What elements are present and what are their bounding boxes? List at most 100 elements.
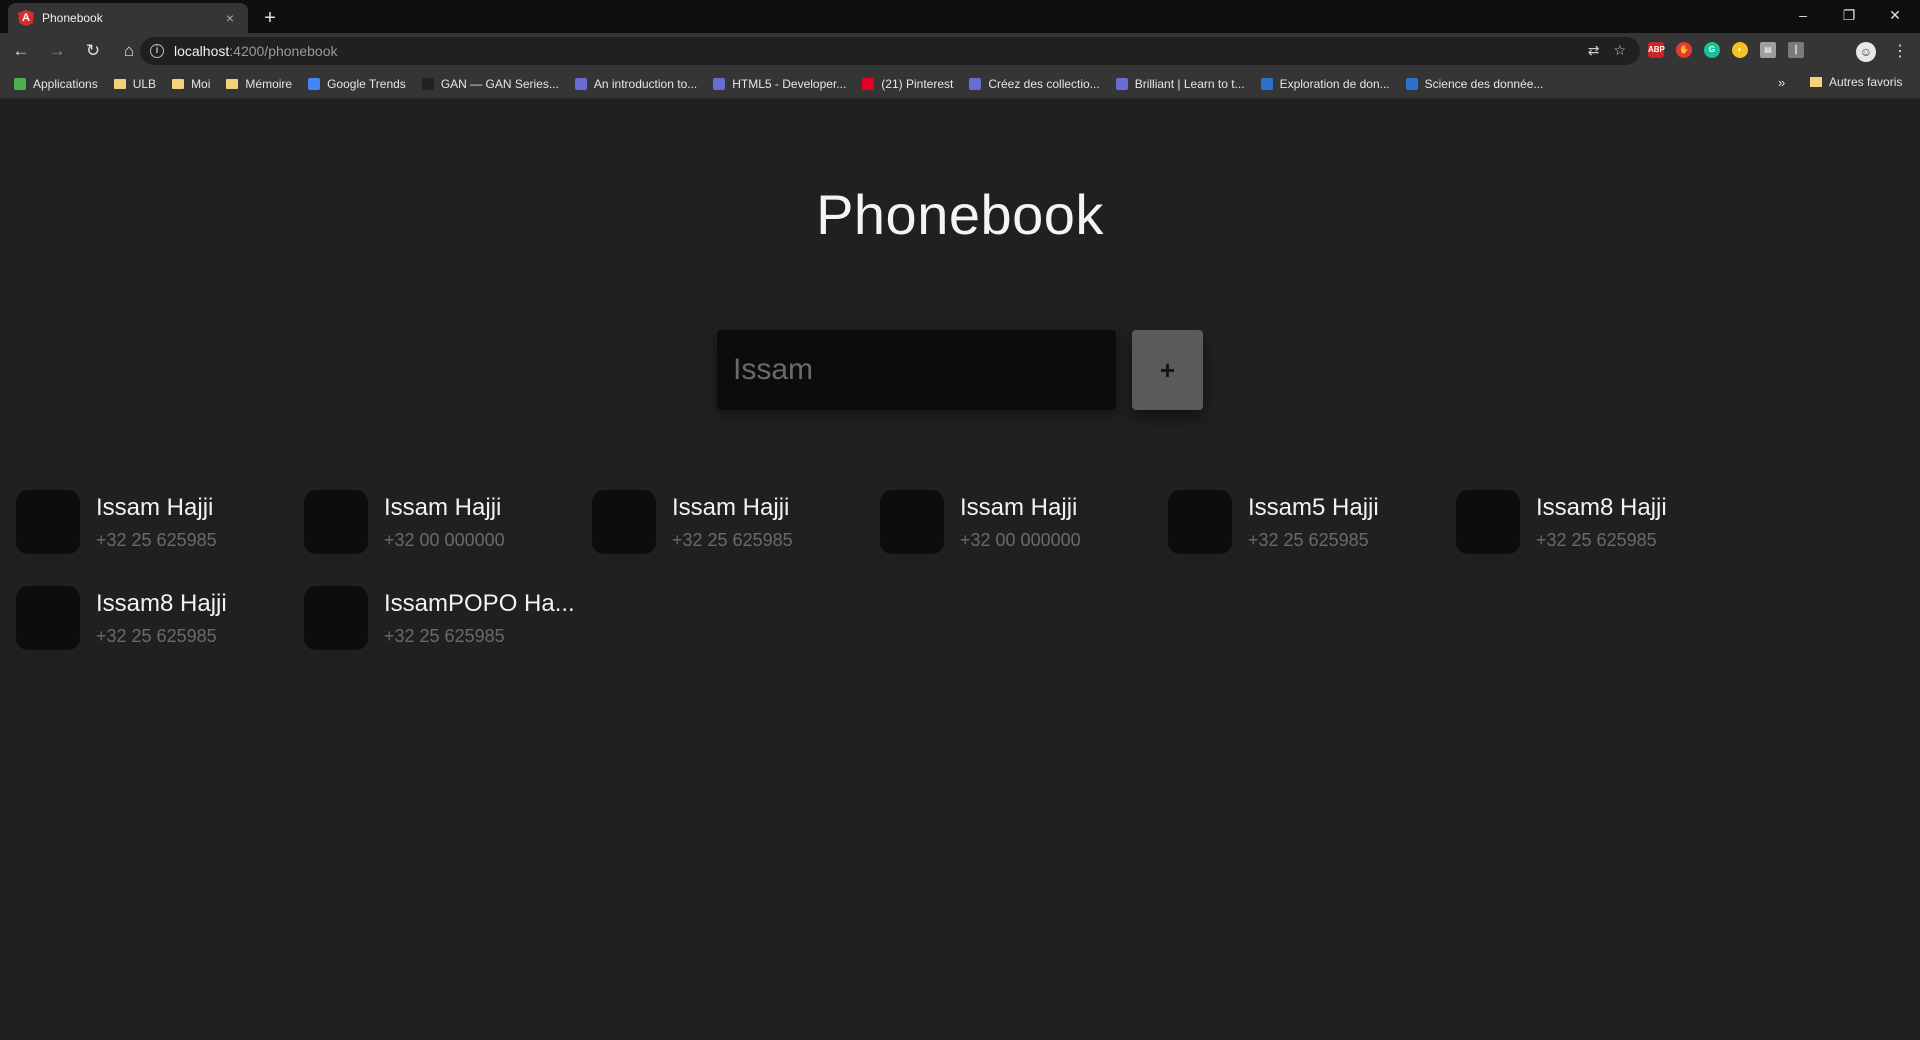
bookmark-label: An introduction to... (593, 76, 698, 91)
bookmark-label: Moi (191, 76, 211, 91)
grammarly-icon[interactable]: G (1704, 42, 1720, 58)
bookmark-label: HTML5 - Developer... (732, 76, 847, 91)
add-contact-button[interactable]: + (1132, 330, 1203, 410)
bookmark-label: GAN — GAN Series... (440, 76, 559, 91)
search-input[interactable] (717, 330, 1116, 410)
contact-name: Issam8 Hajji (96, 590, 227, 617)
bookmark-item[interactable]: Exploration de don... (1260, 76, 1390, 91)
contact-card[interactable]: Issam8 Hajji +32 25 625985 (16, 586, 304, 656)
adblock-icon[interactable]: ABP (1648, 42, 1665, 58)
bookmark-item[interactable]: HTML5 - Developer... (713, 77, 846, 91)
address-bar[interactable]: i localhost:4200/phonebook ⇄ ☆ (140, 37, 1640, 65)
close-tab-icon[interactable]: × (222, 10, 238, 26)
apps-grid-icon (14, 77, 26, 90)
folder-icon (113, 78, 126, 89)
profile-avatar-icon[interactable]: ☺ (1856, 42, 1876, 62)
close-window-icon[interactable]: ✕ (1872, 0, 1918, 30)
folder-icon (172, 78, 185, 89)
folder-icon (226, 78, 239, 89)
tab-strip: A Phonebook × + – ❐ ✕ (0, 0, 1920, 33)
new-tab-button[interactable]: + (256, 5, 284, 31)
contact-phone: +32 00 000000 (960, 530, 1081, 550)
bookmark-label: Applications (33, 76, 98, 91)
contact-name: Issam Hajji (672, 494, 790, 521)
stop-icon[interactable]: ✋ (1676, 42, 1692, 58)
contact-phone: +32 25 625985 (96, 530, 217, 550)
minimize-icon[interactable]: – (1780, 0, 1826, 30)
contact-avatar (16, 490, 80, 554)
site-info-icon[interactable]: i (150, 44, 164, 58)
tab-phonebook[interactable]: A Phonebook × (8, 3, 248, 33)
contact-name: Issam Hajji (384, 494, 502, 521)
site-icon (969, 77, 982, 90)
extension-yellow-icon[interactable]: ◐ (1732, 42, 1748, 58)
contact-phone: +32 25 625985 (672, 530, 793, 550)
extension-gray-icon[interactable]: ▤ (1760, 42, 1776, 58)
tab-title: Phonebook (42, 11, 103, 25)
contact-avatar (304, 490, 368, 554)
bookmark-item[interactable]: Moi (172, 77, 210, 91)
bookmark-item[interactable]: Créez des collectio... (969, 77, 1100, 91)
bookmark-label: Brilliant | Learn to t... (1134, 76, 1245, 91)
contact-avatar (880, 490, 944, 554)
bookmark-item[interactable]: Google Trends (308, 77, 406, 91)
bookmark-item[interactable]: Science des donnée... (1405, 76, 1544, 91)
contact-phone: +32 25 625985 (1248, 530, 1369, 550)
bookmark-star-icon[interactable]: ☆ (1613, 42, 1626, 59)
bookmark-item[interactable]: ULB (113, 76, 157, 91)
pinterest-icon (862, 77, 875, 90)
translate-icon[interactable]: ⇄ (1588, 42, 1600, 59)
angular-icon: A (18, 10, 34, 26)
browser-toolbar: ← → ↻ ⌂ i localhost:4200/phonebook ⇄ ☆ (0, 33, 1920, 69)
contact-phone: +32 25 625985 (1536, 530, 1657, 550)
page-content: Phonebook + Issam Hajji+32 25 625985Issa… (0, 100, 1920, 1040)
bookmarks-overflow-button[interactable]: » (1778, 75, 1785, 90)
bookmark-label: Exploration de don... (1279, 76, 1390, 91)
contact-card[interactable]: Issam8 Hajji +32 25 625985 (1456, 490, 1744, 560)
contact-name: Issam8 Hajji (1536, 494, 1667, 521)
contact-card[interactable]: Issam Hajji +32 00 000000 (304, 490, 592, 560)
other-bookmarks-label: Autres favoris (1829, 75, 1903, 89)
trends-icon (308, 77, 321, 90)
restore-icon[interactable]: ❐ (1826, 0, 1872, 30)
extension-bars-icon[interactable]: ║ (1788, 42, 1804, 58)
reload-icon[interactable]: ↻ (78, 36, 108, 66)
contact-card[interactable]: Issam Hajji +32 25 625985 (592, 490, 880, 560)
bookmark-label: ULB (132, 76, 157, 91)
contact-card[interactable]: IssamPOPO Ha... +32 25 625985 (304, 586, 592, 656)
contact-card[interactable]: Issam5 Hajji +32 25 625985 (1168, 490, 1456, 560)
contact-phone: +32 25 625985 (384, 626, 505, 646)
bookmark-item[interactable]: (21) Pinterest (862, 77, 953, 91)
contact-avatar (1456, 490, 1520, 554)
site-icon (574, 77, 587, 90)
contact-name: Issam Hajji (960, 494, 1078, 521)
bookmark-item[interactable]: Brilliant | Learn to t... (1115, 76, 1245, 91)
contact-phone: +32 25 625985 (96, 626, 217, 646)
contact-avatar (592, 490, 656, 554)
browser-menu-icon[interactable]: ⋮ (1892, 41, 1908, 63)
forward-icon[interactable]: → (42, 36, 72, 66)
bookmarks-bar: Applications ULB Moi Mémoire Google Trends GA… (0, 69, 1920, 99)
contact-card[interactable]: Issam Hajji +32 25 625985 (16, 490, 304, 560)
url-host: localhost (174, 43, 230, 59)
back-icon[interactable]: ← (6, 36, 36, 66)
contact-phone: +32 00 000000 (384, 530, 505, 550)
contact-name: Issam5 Hajji (1248, 494, 1379, 521)
contact-avatar (1168, 490, 1232, 554)
contact-avatar (16, 586, 80, 650)
bookmark-item[interactable]: GAN — GAN Series... (421, 76, 559, 91)
contact-card[interactable]: Issam Hajji +32 00 000000 (880, 490, 1168, 560)
coursera-icon (1405, 77, 1418, 90)
bookmark-label: Science des donnée... (1424, 76, 1544, 91)
bookmark-item[interactable]: Mémoire (226, 77, 292, 91)
coursera-icon (1260, 77, 1273, 90)
contact-name: Issam Hajji (96, 494, 214, 521)
other-bookmarks[interactable]: Autres favoris (1810, 75, 1902, 89)
page-title: Phonebook (816, 183, 1104, 246)
bookmark-label: Mémoire (245, 76, 293, 91)
site-icon (713, 77, 726, 90)
bookmark-item[interactable]: Applications (14, 77, 98, 91)
bookmark-label: (21) Pinterest (881, 76, 954, 91)
url-path: :4200/phonebook (229, 43, 338, 59)
bookmark-item[interactable]: An introduction to... (574, 76, 698, 91)
